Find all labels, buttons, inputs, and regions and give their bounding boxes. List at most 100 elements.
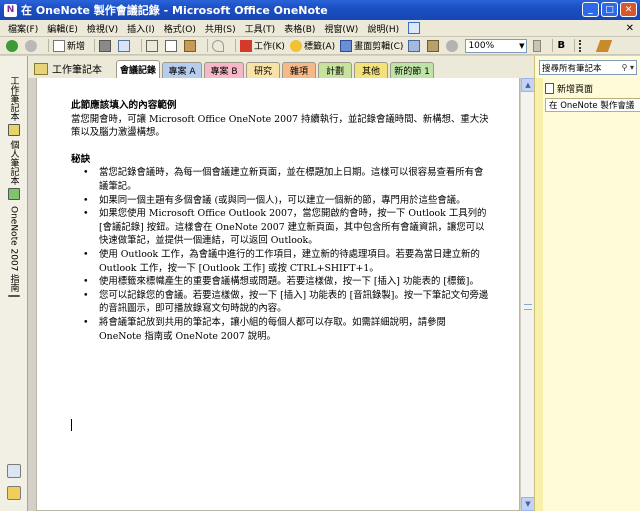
- search-icon[interactable]: ⚲ ▾: [622, 63, 636, 72]
- toolbar-separator: [207, 39, 209, 52]
- record-button[interactable]: [446, 39, 460, 52]
- new-page-label: 新增頁面: [557, 85, 594, 95]
- menu-tools[interactable]: 工具(T): [245, 22, 276, 35]
- menu-file[interactable]: 檔案(F): [8, 22, 38, 35]
- unfiled-notes-icon[interactable]: [7, 464, 21, 478]
- toolbar-options-button[interactable]: [533, 39, 543, 52]
- content-heading: 此節應該填入的內容範例: [71, 100, 177, 111]
- print-preview-button[interactable]: [118, 39, 132, 52]
- toolbar-separator: [94, 39, 96, 52]
- section-tab-label: 其他: [361, 67, 380, 77]
- page-tabs-button[interactable]: [408, 39, 422, 52]
- back-button[interactable]: [6, 39, 20, 52]
- print-button[interactable]: [99, 39, 113, 52]
- page-tab-item[interactable]: 在 OneNote 製作會議: [545, 98, 640, 112]
- section-tab-project-b[interactable]: 專案 B: [204, 62, 244, 78]
- notebook-title-label: 工作筆記本: [52, 65, 102, 76]
- toolbar-separator: [552, 39, 554, 52]
- tag-label: 標籤(A): [303, 42, 336, 52]
- new-page-icon: [545, 83, 554, 94]
- notebook-personal-label: 個人筆記本: [8, 140, 19, 185]
- menu-window[interactable]: 視窗(W): [324, 22, 358, 35]
- menu-help[interactable]: 說明(H): [367, 22, 399, 35]
- list-item: 如果您使用 Microsoft Office Outlook 2007，當您開啟…: [71, 207, 491, 248]
- note-page[interactable]: 此節應該填入的內容範例 當您開會時，可讓 Microsoft Office On…: [36, 78, 520, 511]
- bullets-button[interactable]: [579, 39, 593, 52]
- notebook-personal[interactable]: 個人筆記本: [4, 140, 24, 200]
- content-intro: 當您開會時，可讓 Microsoft Office OneNote 2007 持…: [71, 113, 489, 139]
- page-tab-label: 在 OneNote 製作會議: [549, 101, 635, 111]
- notebook-guide[interactable]: OneNote 2007 指南: [4, 206, 24, 298]
- menu-share[interactable]: 共用(S): [205, 22, 236, 35]
- menu-insert[interactable]: 插入(I): [127, 22, 155, 35]
- all-notebooks-icon[interactable]: [7, 486, 21, 500]
- section-tab-misc[interactable]: 雜項: [282, 62, 316, 78]
- new-button[interactable]: 新增: [53, 39, 85, 52]
- screen-clipping-button[interactable]: 畫面剪輯(C): [340, 39, 403, 52]
- notebook-book-icon: [8, 124, 20, 136]
- section-tab-bar: 工作筆記本 會議記錄 專案 A 專案 B 研究 雜項 計劃 其他 新的節 1: [28, 56, 534, 78]
- maximize-button[interactable]: □: [601, 2, 618, 17]
- scroll-up-icon[interactable]: ▲: [521, 78, 535, 92]
- section-tab-new-section-1[interactable]: 新的節 1: [390, 62, 434, 78]
- cut-button[interactable]: [146, 39, 160, 52]
- pen-button[interactable]: [595, 39, 613, 52]
- undo-icon: [212, 39, 225, 52]
- note-outline[interactable]: 此節應該填入的內容範例 當您開會時，可讓 Microsoft Office On…: [71, 99, 491, 343]
- search-input[interactable]: 搜尋所有筆記本 ⚲ ▾: [539, 60, 637, 75]
- new-page-button[interactable]: 新增頁面: [545, 82, 593, 95]
- outlook-task-button[interactable]: 工作(K): [240, 39, 285, 52]
- chevron-down-icon: ▼: [519, 41, 525, 50]
- section-tab-label: 專案 B: [210, 67, 238, 77]
- forward-button[interactable]: [25, 39, 39, 52]
- minimize-button[interactable]: _: [582, 2, 599, 17]
- page-tabs-pane: 搜尋所有筆記本 ⚲ ▾ 新增頁面 在 OneNote 製作會議: [534, 56, 640, 511]
- back-arrow-icon: [6, 39, 18, 52]
- screen-clipping-icon: [340, 39, 353, 52]
- document-close-icon[interactable]: ✕: [626, 23, 634, 34]
- section-tab-meeting-notes[interactable]: 會議記錄: [116, 60, 160, 78]
- bold-button[interactable]: B: [557, 40, 565, 51]
- search-placeholder: 搜尋所有筆記本: [542, 63, 602, 74]
- list-item: 將會議筆記放到共用的筆記本，讓小組的每個人都可以存取。如需詳細說明，請參閱 On…: [71, 316, 491, 343]
- full-page-view-button[interactable]: [427, 39, 441, 52]
- tag-button[interactable]: 標籤(A): [289, 39, 336, 52]
- menu-table[interactable]: 表格(B): [284, 22, 315, 35]
- undo-button[interactable]: [212, 39, 226, 52]
- menu-view[interactable]: 檢視(V): [87, 22, 118, 35]
- section-tab-research[interactable]: 研究: [246, 62, 280, 78]
- notebook-work[interactable]: 工作筆記本: [4, 76, 24, 136]
- title-bar[interactable]: N 在 OneNote 製作會議記錄 - Microsoft Office On…: [0, 0, 640, 20]
- help-window-icon[interactable]: [408, 22, 421, 34]
- copy-button[interactable]: [165, 39, 179, 52]
- list-item: 使用 Outlook 工作，為會議中進行的工作項目，建立新的待處理項目。若要為當…: [71, 248, 491, 275]
- star-icon: [289, 39, 302, 52]
- paste-button[interactable]: [184, 39, 198, 52]
- toolbar-separator: [574, 39, 576, 52]
- tips-heading: 秘訣: [71, 153, 91, 165]
- bullet-list-icon: [579, 39, 591, 52]
- section-tab-other[interactable]: 其他: [354, 62, 388, 78]
- cut-icon: [146, 39, 159, 52]
- print-icon: [99, 39, 112, 52]
- scroll-spinner-icon: [533, 39, 542, 52]
- page-tabs-icon: [408, 39, 421, 52]
- zoom-value: 100%: [468, 40, 495, 51]
- vertical-scrollbar[interactable]: ▲ ▼: [520, 78, 535, 511]
- close-button[interactable]: ✕: [620, 2, 637, 17]
- screen-clipping-label: 畫面剪輯(C): [354, 42, 404, 52]
- section-tab-plan[interactable]: 計劃: [318, 62, 352, 78]
- scroll-down-icon[interactable]: ▼: [521, 497, 535, 511]
- section-tab-project-a[interactable]: 專案 A: [162, 62, 202, 78]
- standard-toolbar: 新增 工作(K) 標籤(A) 畫面剪輯(C) 100% ▼ B: [0, 37, 640, 55]
- notebook-book-icon: [8, 188, 20, 200]
- notebook-guide-label: OneNote 2007 指南: [8, 206, 19, 293]
- menu-edit[interactable]: 編輯(E): [47, 22, 78, 35]
- text-cursor: [71, 419, 72, 431]
- zoom-select[interactable]: 100% ▼: [465, 38, 528, 53]
- scroll-grip[interactable]: [524, 304, 532, 310]
- section-tab-label: 研究: [253, 67, 272, 77]
- onenote-app-icon[interactable]: N: [4, 3, 17, 17]
- toolbar-separator: [141, 39, 143, 52]
- menu-format[interactable]: 格式(O): [164, 22, 196, 35]
